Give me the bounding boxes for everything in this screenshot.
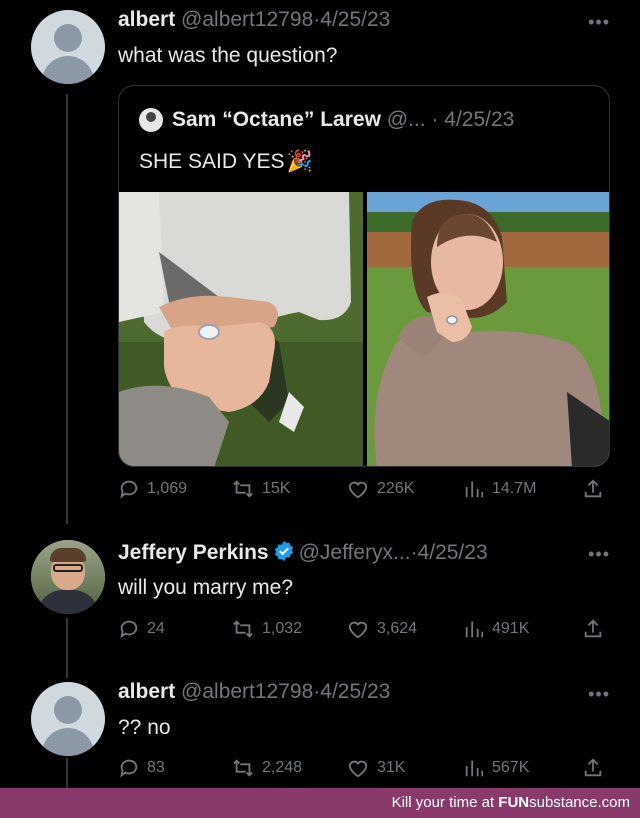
heart-icon xyxy=(348,760,368,778)
like-button[interactable]: 226K xyxy=(346,478,414,500)
reply-icon xyxy=(120,759,138,778)
date-separator: · xyxy=(410,541,418,564)
views-button[interactable]: 14.7M xyxy=(463,478,536,500)
author-name[interactable]: Jeffery Perkins xyxy=(118,541,269,564)
quote-avatar xyxy=(139,108,163,132)
retweet-count: 2,248 xyxy=(262,759,303,776)
tweet-header: albert @albert12798·4/25/23 xyxy=(118,8,390,32)
author-handle[interactable]: @Jefferyx... xyxy=(299,541,411,564)
author-handle[interactable]: @albert12798 xyxy=(181,680,313,703)
heart-icon xyxy=(348,621,368,639)
verified-badge-icon xyxy=(274,540,293,562)
share-button[interactable] xyxy=(582,618,611,640)
views-count: 491K xyxy=(492,620,530,637)
retweet-icon xyxy=(233,620,253,638)
more-options-icon[interactable]: ••• xyxy=(588,544,610,565)
tweet-date[interactable]: 4/25/23 xyxy=(418,541,488,564)
views-count: 567K xyxy=(492,759,530,776)
more-options-icon[interactable]: ••• xyxy=(588,12,610,33)
views-button[interactable]: 491K xyxy=(463,618,529,640)
tweet-text: will you marry me? xyxy=(118,576,294,599)
reply-button[interactable]: 1,069 xyxy=(118,478,187,500)
reply-count: 83 xyxy=(147,759,165,776)
tweet-text: what was the question? xyxy=(118,44,338,67)
retweet-count: 15K xyxy=(262,480,291,497)
quote-text-row: SHE SAID YES 🎉 xyxy=(139,150,313,174)
tweet-actions: 1,069 15K 226K 14.7M xyxy=(118,478,608,504)
like-count: 3,624 xyxy=(377,620,418,637)
like-count: 31K xyxy=(377,759,406,776)
reply-button[interactable]: 83 xyxy=(118,757,165,779)
watermark-bar: Kill your time at FUNsubstance.com xyxy=(0,788,640,818)
reply-button[interactable]: 24 xyxy=(118,618,165,640)
quote-header: Sam “Octane” Larew @... · 4/25/23 xyxy=(139,108,514,132)
party-popper-icon: 🎉 xyxy=(286,150,313,173)
tweet[interactable]: Jeffery Perkins @Jefferyx...·4/25/23 ••• … xyxy=(0,528,640,668)
retweet-icon xyxy=(233,759,253,777)
reply-icon xyxy=(120,620,138,639)
tweet[interactable]: albert @albert12798·4/25/23 ••• what was… xyxy=(0,0,640,520)
share-icon xyxy=(584,479,602,498)
quote-date: 4/25/23 xyxy=(444,108,515,131)
views-icon xyxy=(465,760,484,777)
quote-author-name: Sam “Octane” Larew xyxy=(172,108,381,131)
ring-hand-photo[interactable] xyxy=(119,192,363,466)
share-icon xyxy=(584,758,602,777)
more-options-icon[interactable]: ••• xyxy=(588,684,610,705)
tweet-text: ?? no xyxy=(118,716,171,739)
views-icon xyxy=(465,481,484,498)
retweet-icon xyxy=(233,480,253,498)
reply-count: 1,069 xyxy=(147,480,188,497)
tweet-actions: 24 1,032 3,624 491K xyxy=(118,618,608,644)
reply-count: 24 xyxy=(147,620,165,637)
date-separator: · xyxy=(431,108,439,131)
like-button[interactable]: 31K xyxy=(346,757,405,779)
watermark-text: Kill your time at FUNsubstance.com xyxy=(392,794,630,811)
tweet-header: albert @albert12798·4/25/23 xyxy=(118,680,390,704)
tweet-date[interactable]: 4/25/23 xyxy=(320,8,390,31)
quote-text: SHE SAID YES xyxy=(139,150,285,173)
share-button[interactable] xyxy=(582,478,611,500)
author-handle[interactable]: @albert12798 xyxy=(181,8,313,31)
watermark-brand-fun: FUN xyxy=(498,794,530,811)
avatar[interactable] xyxy=(31,682,105,756)
watermark-prefix: Kill your time at xyxy=(391,794,499,811)
quoted-tweet[interactable]: Sam “Octane” Larew @... · 4/25/23 SHE SA… xyxy=(118,85,610,467)
share-button[interactable] xyxy=(582,757,611,779)
tweet-header: Jeffery Perkins @Jefferyx...·4/25/23 xyxy=(118,540,488,565)
avatar[interactable] xyxy=(31,10,105,84)
retweet-button[interactable]: 1,032 xyxy=(231,618,302,640)
views-button[interactable]: 567K xyxy=(463,757,529,779)
tweet[interactable]: albert @albert12798·4/25/23 ••• ?? no 83… xyxy=(0,668,640,788)
share-icon xyxy=(584,619,602,638)
quote-author-handle: @... xyxy=(386,108,426,131)
retweet-button[interactable]: 2,248 xyxy=(231,757,302,779)
watermark-brand-rest: substance.com xyxy=(529,794,630,811)
tweet-date[interactable]: 4/25/23 xyxy=(320,680,390,703)
author-name[interactable]: albert xyxy=(118,680,175,703)
avatar[interactable] xyxy=(31,540,105,614)
like-count: 226K xyxy=(377,480,415,497)
like-button[interactable]: 3,624 xyxy=(346,618,417,640)
retweet-count: 1,032 xyxy=(262,620,303,637)
author-name[interactable]: albert xyxy=(118,8,175,31)
woman-showing-ring-photo[interactable] xyxy=(367,192,609,466)
heart-icon xyxy=(348,481,368,499)
views-icon xyxy=(465,621,484,638)
retweet-button[interactable]: 15K xyxy=(231,478,290,500)
tweet-actions: 83 2,248 31K 567K xyxy=(118,757,608,783)
reply-icon xyxy=(120,480,138,499)
views-count: 14.7M xyxy=(492,480,537,497)
